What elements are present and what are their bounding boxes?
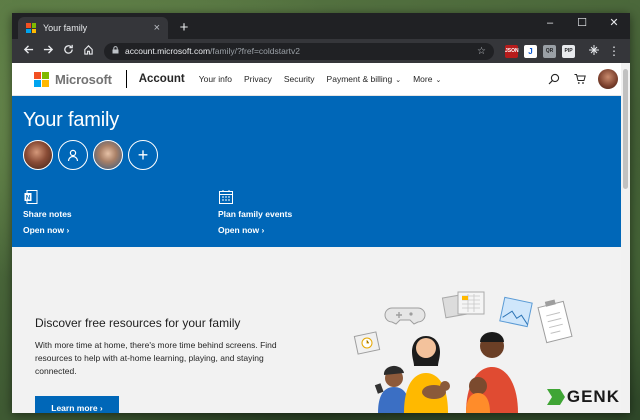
nav-security[interactable]: Security: [284, 74, 315, 84]
logo-yellow-square: [42, 79, 49, 87]
member-avatar-1[interactable]: [23, 140, 53, 170]
header-divider: [125, 70, 127, 88]
family-members: +: [23, 140, 630, 170]
browser-toolbar: account.microsoft.com/family/?fref=colds…: [12, 39, 630, 63]
bookmark-star-icon[interactable]: ☆: [477, 46, 486, 57]
resources-card: Discover free resources for your family …: [12, 286, 630, 413]
microsoft-favicon-icon: [26, 23, 36, 33]
action-plan-events: Plan family events Open now ›: [218, 189, 413, 235]
close-window-button[interactable]: ✕: [598, 13, 630, 35]
member-avatar-2[interactable]: [58, 140, 88, 170]
address-bar[interactable]: account.microsoft.com/family/?fref=colds…: [104, 42, 494, 60]
browser-tab[interactable]: Your family ×: [18, 17, 168, 39]
page-scrollbar[interactable]: [621, 63, 630, 413]
maximize-button[interactable]: ☐: [566, 13, 598, 35]
person-icon: [67, 149, 79, 162]
nav-your-info[interactable]: Your info: [199, 74, 232, 84]
page-title: Your family: [23, 109, 119, 131]
open-share-notes-link[interactable]: Open now ›: [23, 225, 218, 235]
browser-window: Your family × + – ☐ ✕ account.microsoft.…: [12, 13, 630, 413]
browser-menu-icon[interactable]: ⋮: [604, 44, 624, 58]
window-controls: – ☐ ✕: [534, 13, 630, 35]
resources-section: Discover free resources for your family …: [12, 274, 630, 413]
clipboard-icon: [537, 299, 573, 344]
web-page: Microsoft Account Your info Privacy Secu…: [12, 63, 630, 413]
chevron-down-icon: ⌄: [435, 77, 442, 84]
home-icon[interactable]: [78, 44, 98, 58]
svg-text:N: N: [26, 196, 30, 202]
learn-more-button[interactable]: Learn more ›: [35, 396, 119, 413]
watermark-text: GENK: [566, 387, 620, 406]
person-right: [466, 332, 518, 413]
nav-payment-billing[interactable]: Payment & billing ⌄: [327, 74, 402, 84]
minimize-button[interactable]: –: [534, 13, 566, 35]
search-icon[interactable]: [546, 71, 562, 87]
action-title: Plan family events: [218, 209, 293, 219]
action-share-notes: N Share notes Open now ›: [23, 189, 218, 235]
open-plan-events-link[interactable]: Open now ›: [218, 225, 413, 235]
j-extension-icon[interactable]: J: [524, 44, 537, 58]
reload-icon[interactable]: [58, 44, 78, 58]
nav-privacy[interactable]: Privacy: [244, 74, 272, 84]
back-arrow-icon[interactable]: [18, 44, 38, 58]
logo-red-square: [34, 71, 41, 79]
forward-arrow-icon[interactable]: [38, 44, 58, 58]
family-hero: Your family + N Share notes Open now › P…: [12, 96, 630, 247]
url-host: account.microsoft.com: [125, 46, 211, 56]
person-center: [404, 336, 450, 413]
pip-extension-icon[interactable]: PIP: [562, 44, 575, 58]
title-bar: Your family × + – ☐ ✕: [12, 13, 630, 39]
logo-green-square: [42, 71, 49, 79]
lock-icon: [112, 46, 119, 56]
site-header: Microsoft Account Your info Privacy Secu…: [12, 63, 630, 96]
resources-title: Discover free resources for your family: [35, 316, 241, 330]
qr-extension-icon[interactable]: QR: [543, 44, 556, 58]
tab-close-icon[interactable]: ×: [154, 22, 160, 34]
resources-description: With more time at home, there's more tim…: [35, 340, 277, 376]
watermark-logo-icon: [546, 389, 565, 405]
onenote-icon: N: [23, 189, 218, 205]
profile-avatar[interactable]: [598, 69, 618, 89]
account-link[interactable]: Account: [139, 73, 185, 85]
scrollbar-thumb[interactable]: [623, 69, 628, 189]
puzzle-extension-icon[interactable]: [584, 44, 604, 59]
calendar-icon: [218, 189, 413, 205]
cart-icon[interactable]: [572, 71, 588, 87]
photos-icon: [441, 291, 485, 319]
member-avatar-3[interactable]: [93, 140, 123, 170]
family-actions: N Share notes Open now › Plan family eve…: [23, 189, 413, 235]
watermark: GENK: [545, 387, 620, 407]
new-tab-button[interactable]: +: [172, 17, 196, 39]
tab-title: Your family: [43, 23, 88, 33]
json-extension-icon[interactable]: JSON: [505, 44, 519, 58]
microsoft-logo-icon[interactable]: [34, 71, 49, 87]
nav-more[interactable]: More ⌄: [413, 74, 441, 84]
action-title: Share notes: [23, 209, 72, 219]
clock-icon: [353, 331, 381, 355]
brand-name[interactable]: Microsoft: [55, 72, 112, 87]
logo-blue-square: [34, 79, 41, 87]
image-icon: [499, 296, 533, 328]
url-path: /family/?fref=coldstartv2: [210, 46, 301, 56]
gamepad-icon: [384, 307, 426, 325]
add-member-button[interactable]: +: [128, 140, 158, 170]
chevron-down-icon: ⌄: [395, 77, 402, 84]
